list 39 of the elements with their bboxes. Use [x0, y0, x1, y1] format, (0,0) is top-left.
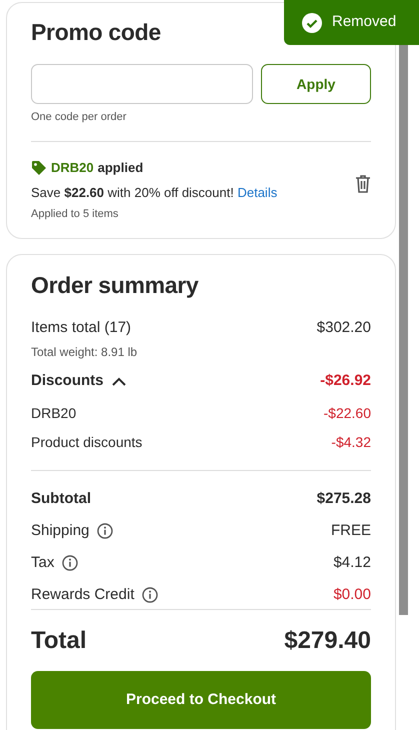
- tag-icon: [31, 160, 47, 176]
- summary-label: Items total (17): [31, 319, 132, 337]
- apply-button[interactable]: Apply: [261, 64, 371, 104]
- summary-label: Subtotal: [31, 490, 91, 508]
- summary-amount: $302.20: [316, 319, 371, 337]
- card-title: Order summary: [31, 271, 198, 300]
- summary-label: Total weight: 8.91 lb: [31, 345, 138, 359]
- info-icon[interactable]: [62, 555, 78, 571]
- discount-message: Save $22.60 with 20% off discount! Details: [31, 184, 278, 201]
- discounts-toggle[interactable]: Discounts: [31, 372, 104, 390]
- caret-icon[interactable]: [112, 376, 126, 386]
- summary-amount: $275.28: [316, 490, 371, 508]
- promo-code: DRB20: [51, 159, 94, 176]
- promo-code-field[interactable]: [31, 64, 253, 104]
- summary-label: Product discounts: [31, 433, 142, 451]
- summary-label: Total: [31, 626, 87, 655]
- summary-label: DRB20: [31, 404, 76, 422]
- trash-icon[interactable]: [355, 175, 371, 193]
- details-link[interactable]: Details: [237, 185, 278, 200]
- summary-amount: -$4.32: [331, 433, 371, 451]
- summary-amount: $4.12: [333, 554, 371, 572]
- summary-label: Shipping: [31, 522, 90, 540]
- check-icon: [302, 12, 322, 32]
- info-icon[interactable]: [142, 587, 158, 603]
- summary-amount: -$22.60: [324, 404, 371, 422]
- hint-text: One code per order: [31, 110, 128, 124]
- summary-amount: -$26.92: [320, 372, 371, 390]
- applied-note: Applied to 5 items: [31, 207, 120, 221]
- summary-label: Rewards Credit: [31, 586, 134, 604]
- info-icon[interactable]: [97, 523, 114, 539]
- summary-label: Tax: [31, 554, 54, 572]
- scrollbar[interactable]: [399, 45, 408, 615]
- summary-amount: $0.00: [333, 586, 371, 604]
- toast-text: Removed: [332, 12, 396, 32]
- summary-amount: FREE: [330, 522, 371, 540]
- total-amount: $279.40: [284, 626, 371, 655]
- checkout-button[interactable]: Proceed to Checkout: [31, 671, 371, 729]
- card-title: Promo code: [31, 18, 161, 47]
- applied-status: applied: [98, 159, 144, 176]
